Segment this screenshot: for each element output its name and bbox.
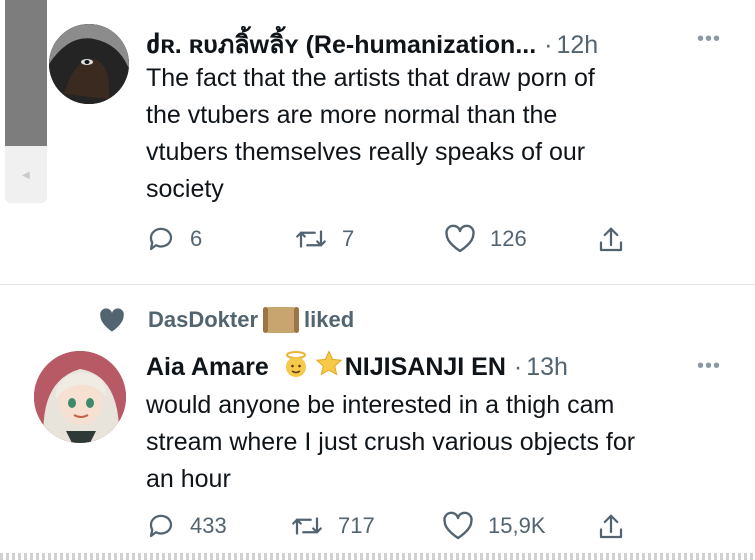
- tweet-text-line: vtubers themselves really speaks of our: [146, 138, 586, 166]
- tweet-dot: ·: [544, 30, 553, 59]
- timestamp[interactable]: 12h: [557, 31, 599, 60]
- timestamp[interactable]: 13h: [526, 353, 568, 382]
- retweet-button[interactable]: 717: [290, 511, 375, 541]
- tweet-1[interactable]: ძʀ. ʀυภลิ้wลิ้ʏ (Re-humanization... · 12…: [0, 0, 755, 284]
- reply-icon: [149, 227, 173, 251]
- reply-button[interactable]: 6: [146, 224, 202, 254]
- tweet-actions: 433 717 15,9K: [146, 511, 646, 545]
- retweet-icon: [292, 517, 322, 535]
- tweet-text-line: would anyone be interested in a thigh ca…: [146, 391, 615, 419]
- author-name[interactable]: ძʀ. ʀυภลิ้wลิ้ʏ (Re-humanization...: [146, 25, 536, 65]
- like-button[interactable]: 15,9K: [442, 511, 546, 541]
- share-button[interactable]: [596, 511, 640, 543]
- tweet-text-line: an hour: [146, 465, 231, 493]
- tweet-text-line: the vtubers are more normal than the: [146, 101, 558, 129]
- tweet-text: The fact that the artists that draw porn…: [146, 60, 706, 208]
- tweet-header: Aia Amare NIJISANJI EN · 13h: [146, 349, 568, 386]
- reply-count: 6: [190, 226, 203, 251]
- heart-icon: [443, 511, 473, 540]
- tweet-text: would anyone be interested in a thigh ca…: [146, 387, 706, 498]
- tweet-dot: ·: [513, 353, 523, 381]
- star-emoji-icon: [313, 349, 345, 386]
- retweet-button[interactable]: 7: [294, 224, 354, 254]
- author-name[interactable]: Aia Amare: [146, 353, 269, 382]
- reply-count: 433: [190, 513, 227, 538]
- share-button[interactable]: [596, 224, 640, 256]
- like-count: 15,9K: [488, 513, 546, 538]
- avatar[interactable]: [34, 351, 126, 443]
- retweet-count: 7: [342, 226, 355, 251]
- tweet-header: ძʀ. ʀυภลิ้wลิ้ʏ (Re-humanization... · 12…: [146, 25, 598, 65]
- author-suffix[interactable]: NIJISANJI EN: [345, 353, 506, 382]
- more-options-icon[interactable]: •••: [697, 28, 721, 51]
- reply-button[interactable]: 433: [146, 511, 227, 541]
- avatar[interactable]: [49, 24, 129, 104]
- like-count: 126: [490, 226, 527, 251]
- share-icon: [599, 514, 623, 539]
- reply-icon: [149, 514, 173, 538]
- like-button[interactable]: 126: [444, 224, 527, 254]
- angel-emoji-icon: [281, 349, 311, 386]
- tweet-2[interactable]: Aia Amare NIJISANJI EN · 13h ••• would a…: [0, 285, 755, 553]
- tweet-text-line: society: [146, 175, 224, 203]
- bottom-edge: [0, 553, 755, 560]
- share-icon: [599, 227, 623, 252]
- tweet-text-line: stream where I just crush various object…: [146, 428, 636, 456]
- heart-icon: [445, 224, 475, 253]
- retweet-count: 717: [338, 513, 375, 538]
- more-options-icon[interactable]: •••: [697, 355, 721, 378]
- tweet-text-line: The fact that the artists that draw porn…: [146, 64, 595, 92]
- tweet-actions: 6 7 126: [146, 224, 646, 258]
- retweet-icon: [296, 230, 326, 248]
